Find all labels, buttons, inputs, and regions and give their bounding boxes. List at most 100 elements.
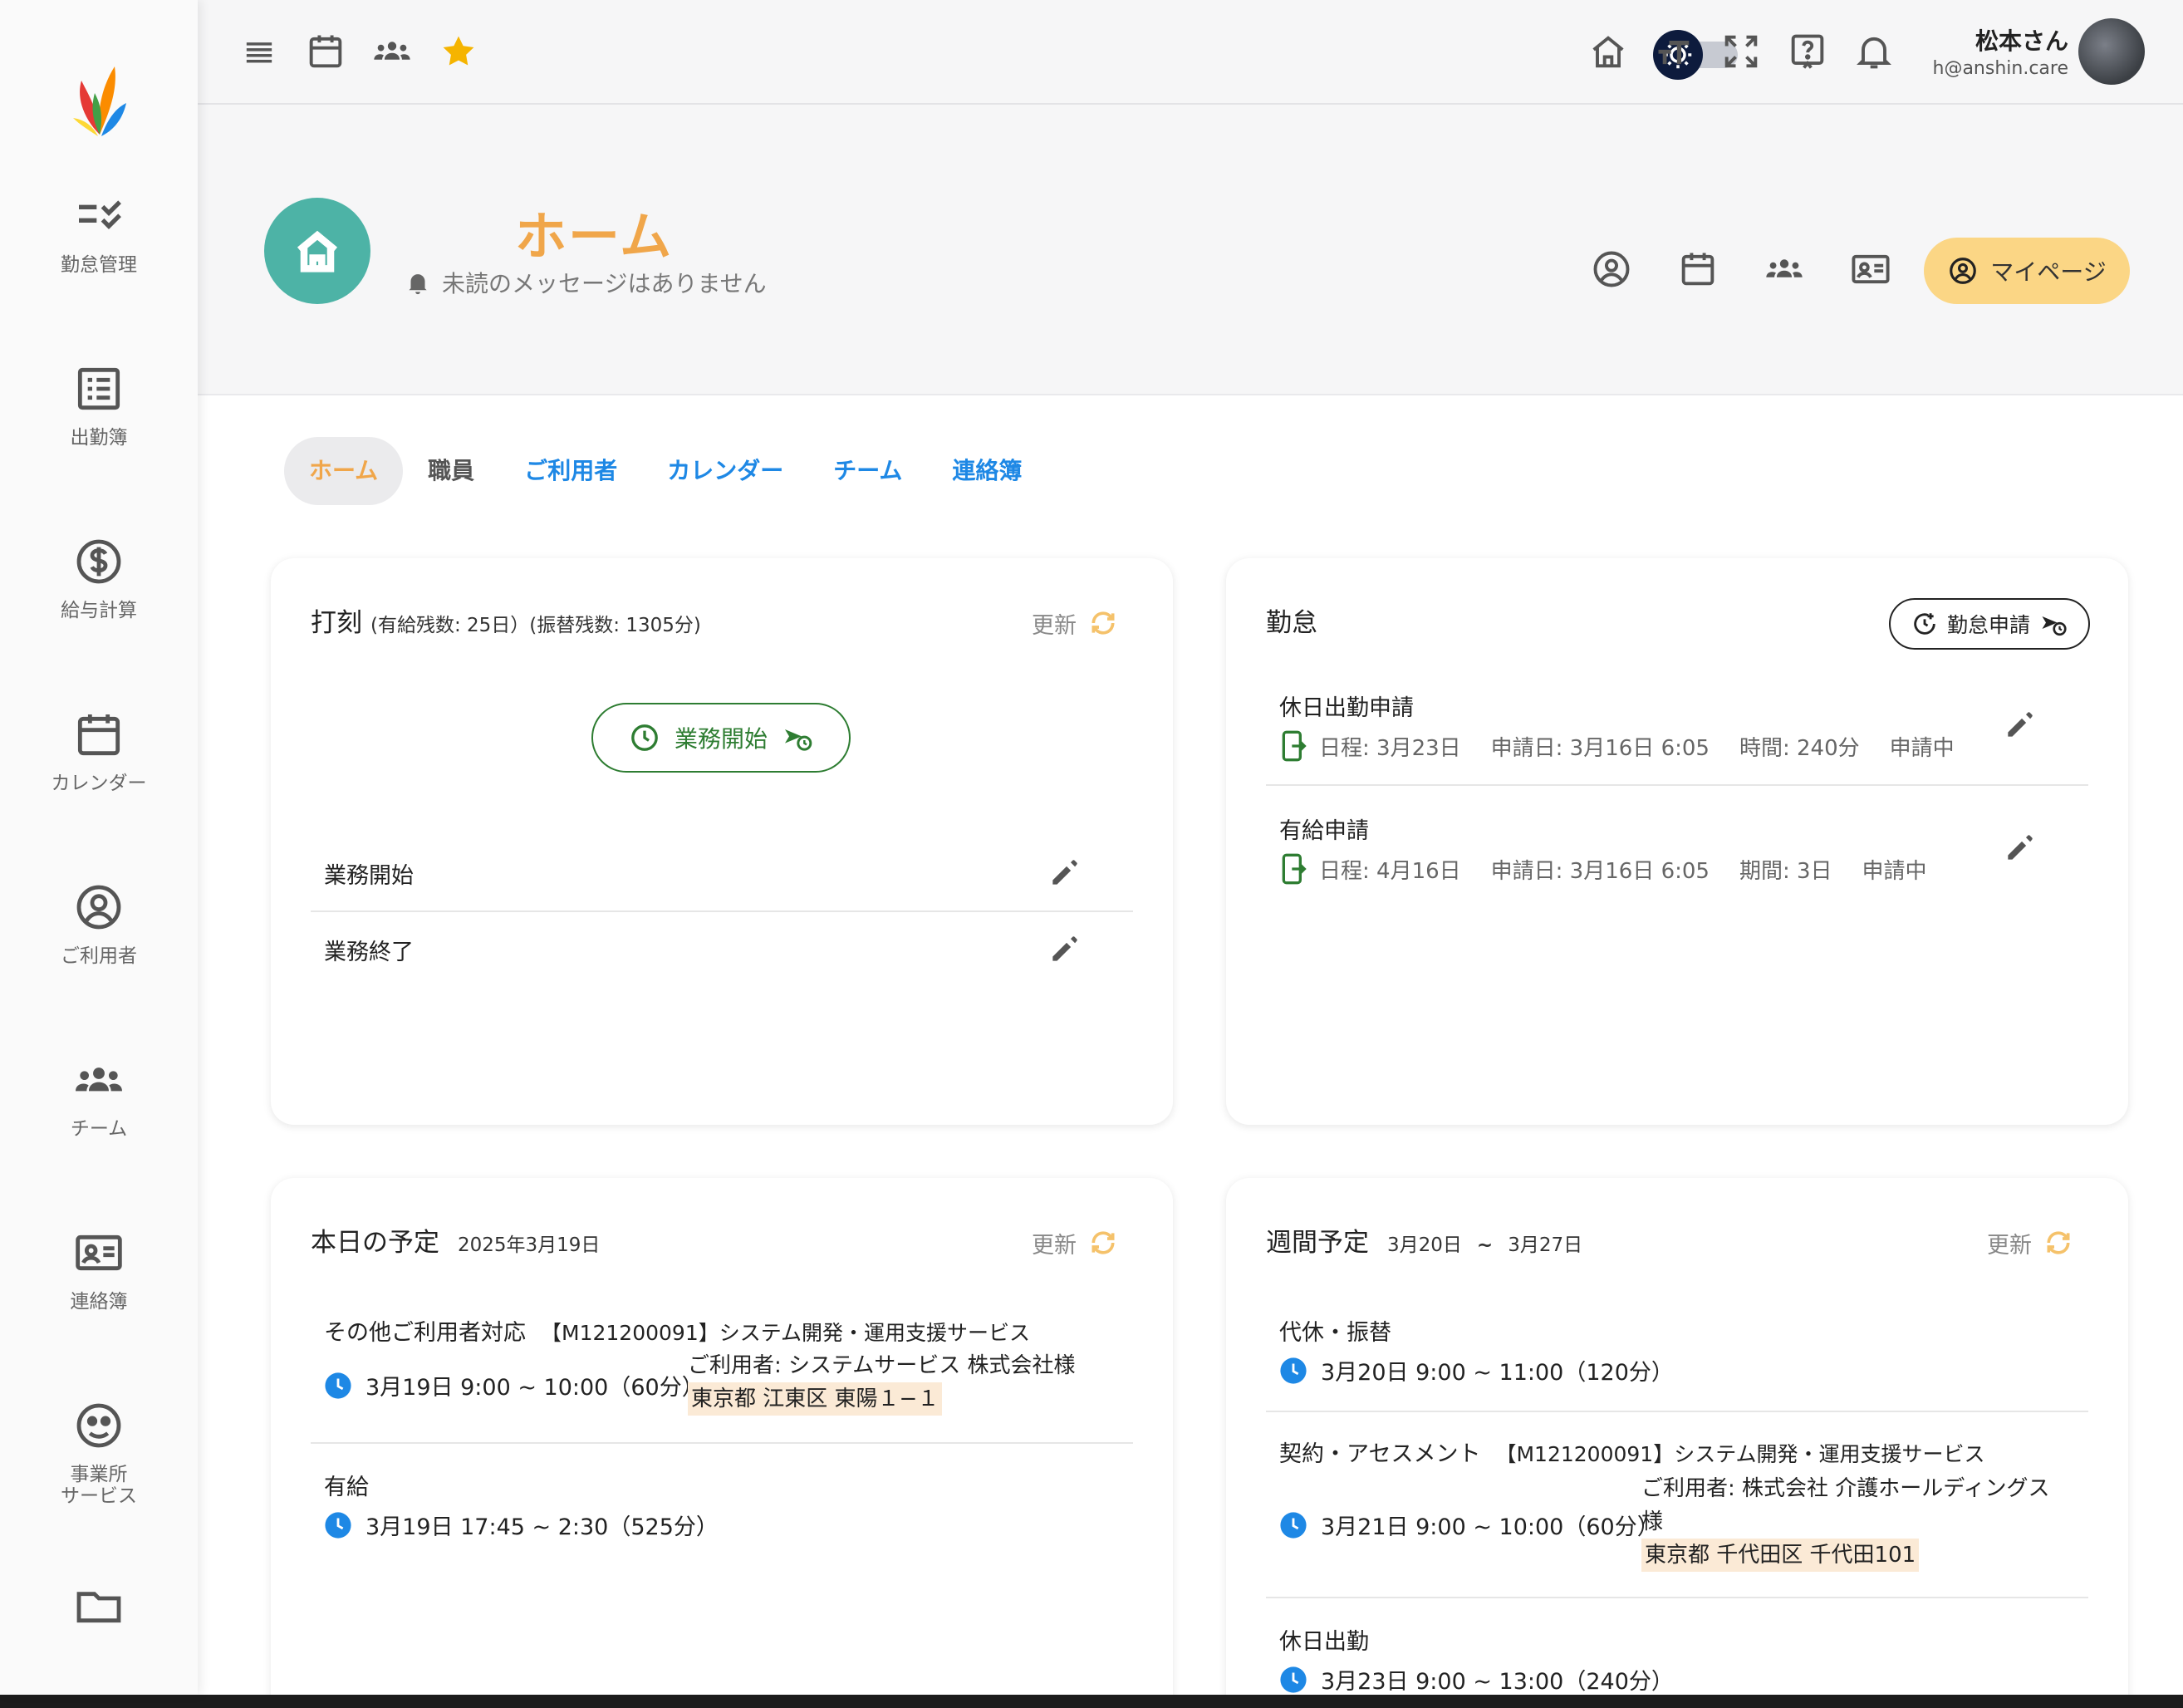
home-badge-icon xyxy=(264,198,370,304)
tab-calendar[interactable]: カレンダー xyxy=(642,437,808,505)
refresh-label: 更新 xyxy=(1987,1232,2032,1259)
team-icon[interactable] xyxy=(1763,248,1806,291)
schedule-client: ご利用者: システムサービス 株式会社様 東京都 江東区 東陽１−１ xyxy=(688,1349,1076,1416)
sidebar-item-calendar[interactable]: カレンダー xyxy=(0,708,198,794)
pencil-icon[interactable] xyxy=(1047,854,1083,891)
home-icon[interactable] xyxy=(1587,30,1630,73)
sidebar-item-clients[interactable]: ご利用者 xyxy=(0,881,198,967)
user-email: h@anshin.care xyxy=(1932,58,2069,79)
unread-message: 未読のメッセージはありません xyxy=(404,266,767,299)
sidebar-item-more[interactable] xyxy=(0,1578,198,1643)
sidebar-item-label: 出勤簿 xyxy=(70,427,128,449)
fullscreen-icon[interactable] xyxy=(1719,30,1763,73)
contact-card-icon xyxy=(72,1226,125,1279)
today-title-text: 本日の予定 xyxy=(311,1228,439,1258)
mypage-button[interactable]: マイページ xyxy=(1924,238,2130,304)
page-header: ホーム 未読のメッセージはありません マイページ xyxy=(198,105,2183,395)
attendance-request-button[interactable]: 勤怠申請 xyxy=(1889,598,2090,650)
refresh-button[interactable]: 更新 xyxy=(1032,606,1120,640)
tab-clients[interactable]: ご利用者 xyxy=(499,437,642,505)
schedule-time: 3月19日 9:00 ~ 10:00（60分） xyxy=(324,1369,704,1401)
mobile-exit-icon xyxy=(1279,852,1307,886)
pencil-icon[interactable] xyxy=(2002,706,2038,743)
today-date: 2025年3月19日 xyxy=(458,1234,601,1256)
attendance-check-icon xyxy=(72,189,125,243)
star-icon[interactable] xyxy=(437,30,480,73)
schedule-item-title: 休日出勤 xyxy=(1279,1629,1369,1655)
calendar-icon[interactable] xyxy=(1676,248,1719,291)
refresh-label: 更新 xyxy=(1032,1232,1077,1259)
help-icon[interactable] xyxy=(1786,30,1829,73)
face-icon xyxy=(72,1399,125,1452)
tab-staff[interactable]: 職員 xyxy=(403,437,499,505)
sidebar-item-label-2: サービス xyxy=(61,1485,137,1507)
row-divider xyxy=(311,1442,1133,1444)
sidebar-item-office-service[interactable]: 事業所 サービス xyxy=(0,1399,198,1507)
refresh-button[interactable]: 更新 xyxy=(1032,1226,1120,1259)
bell-icon[interactable] xyxy=(1852,30,1896,73)
pencil-icon[interactable] xyxy=(1047,930,1083,967)
weekly-card-title: 週間予定 3月20日 ~3月27日 xyxy=(1266,1221,1582,1259)
sidebar-item-team[interactable]: チーム xyxy=(0,1053,198,1140)
schedule-time-text: 3月19日 17:45 ~ 2:30（525分） xyxy=(365,1514,719,1540)
schedule-title-text: その他ご利用者対応 xyxy=(324,1320,526,1346)
attendance-request-label: 勤怠申請 xyxy=(1946,613,2030,637)
client-name: ご利用者: システムサービス 株式会社様 xyxy=(688,1353,1076,1378)
clock-in-icon xyxy=(781,721,814,754)
sidebar-item-contacts[interactable]: 連絡簿 xyxy=(0,1226,198,1313)
refresh-icon xyxy=(1087,1226,1120,1259)
refresh-icon xyxy=(1087,606,1120,640)
tab-contacts[interactable]: 連絡簿 xyxy=(927,437,1047,505)
sidebar-item-attendance-book[interactable]: 出勤簿 xyxy=(0,362,198,449)
team-icon xyxy=(72,1053,125,1107)
punch-balance: (有給残数: 25日）(振替残数: 1305分) xyxy=(370,615,701,636)
window-bottom-edge xyxy=(0,1695,2183,1708)
row-divider xyxy=(311,910,1133,912)
today-schedule-card: 本日の予定 2025年3月19日 更新 その他ご利用者対応 【M121200091】… xyxy=(271,1178,1173,1708)
attendance-item-meta: 日程: 4月16日 申請日: 3月16日 6:05 期間: 3日 申請中 xyxy=(1279,852,1949,886)
row-divider xyxy=(1266,1597,2088,1598)
punch-card-title: 打刻 (有給残数: 25日）(振替残数: 1305分) xyxy=(311,601,701,639)
sidebar-item-attendance[interactable]: 勤怠管理 xyxy=(0,189,198,276)
start-work-button[interactable]: 業務開始 xyxy=(591,703,851,773)
client-address: 東京都 千代田区 千代田101 xyxy=(1641,1539,1920,1572)
sidebar-item-payroll[interactable]: 給与計算 xyxy=(0,535,198,621)
clock-icon xyxy=(1279,1666,1307,1694)
sidebar-item-label: 給与計算 xyxy=(61,600,137,621)
schedule-time-text: 3月20日 9:00 ~ 11:00（120分） xyxy=(1321,1360,1674,1386)
avatar[interactable] xyxy=(2078,18,2145,85)
sidebar-item-label: 勤怠管理 xyxy=(61,254,137,276)
attendance-applied: 申請日: 3月16日 6:05 xyxy=(1490,858,1710,884)
weekly-range-separator: ~ xyxy=(1476,1234,1494,1256)
weekly-from: 3月20日 xyxy=(1387,1234,1462,1256)
schedule-item-title: その他ご利用者対応 【M121200091】システム開発・運用支援サービス xyxy=(324,1314,1030,1347)
schedule-time-text: 3月21日 9:00 ~ 10:00（60分） xyxy=(1321,1514,1660,1540)
app-logo[interactable] xyxy=(66,60,133,143)
text-size-icon[interactable] xyxy=(1653,30,1696,73)
weekly-to: 3月27日 xyxy=(1508,1234,1583,1256)
schedule-title-text: 契約・アセスメント xyxy=(1279,1441,1481,1467)
sidebar-item-label: 事業所 xyxy=(70,1464,128,1485)
clock-icon xyxy=(1279,1357,1307,1385)
calendar-icon[interactable] xyxy=(304,30,347,73)
main-tabs: ホーム 職員 ご利用者 カレンダー チーム 連絡簿 xyxy=(284,437,1047,505)
clock-in-icon xyxy=(2038,609,2068,639)
sidebar-item-label: ご利用者 xyxy=(61,945,137,967)
start-work-label: 業務開始 xyxy=(674,725,768,753)
tab-team[interactable]: チーム xyxy=(808,437,927,505)
pencil-icon[interactable] xyxy=(2002,829,2038,866)
sidebar-item-label: チーム xyxy=(70,1118,128,1140)
menu-icon[interactable] xyxy=(238,30,281,73)
calendar-icon xyxy=(72,708,125,761)
attendance-applied: 申請日: 3月16日 6:05 xyxy=(1490,735,1710,761)
contact-card-icon[interactable] xyxy=(1849,248,1892,291)
top-bar: 松本さん h@anshin.care xyxy=(198,0,2183,105)
sidebar-item-label: カレンダー xyxy=(51,773,147,794)
team-icon[interactable] xyxy=(370,30,414,73)
schedule-client: ご利用者: 株式会社 介護ホールディングス 様 東京都 千代田区 千代田101 xyxy=(1641,1472,2049,1572)
schedule-time: 3月21日 9:00 ~ 10:00（60分） xyxy=(1279,1509,1660,1541)
tab-home[interactable]: ホーム xyxy=(284,437,404,505)
account-icon[interactable] xyxy=(1590,248,1633,291)
status-badge: 申請中 xyxy=(1889,735,1955,761)
refresh-button[interactable]: 更新 xyxy=(1987,1226,2075,1259)
